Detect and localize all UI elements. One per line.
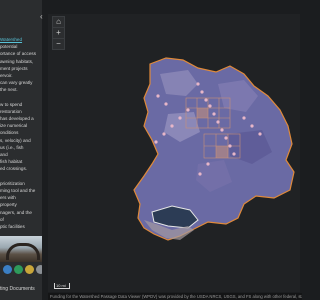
panel-text-line: of xyxy=(0,216,4,222)
chevron-left-icon[interactable]: ‹ xyxy=(40,12,47,21)
panel-text-line: potential xyxy=(0,44,18,50)
watershed-map[interactable] xyxy=(48,14,300,292)
panel-text-line xyxy=(0,173,42,180)
zoom-in-button[interactable]: + xyxy=(53,28,64,39)
map-view[interactable] xyxy=(48,14,300,292)
panel-text-line: onditions xyxy=(0,130,19,136)
panel-text-line: ment projects xyxy=(0,65,28,71)
app-window: Watershed potential ortance of access awnin… xyxy=(0,0,302,300)
map-attribution: Funding for the Watershed Passage Data V… xyxy=(48,293,302,300)
panel-text-line xyxy=(0,94,42,101)
panel-text-line: prioritization xyxy=(0,180,25,186)
panel-text-line: ize numerical xyxy=(0,123,28,129)
panel-text-line: awning habitats, xyxy=(0,58,34,64)
panel-text-line: restoration xyxy=(0,108,22,114)
panel-description: Watershed potential ortance of access awnin… xyxy=(0,36,42,230)
priority-cell xyxy=(216,146,228,158)
panel-text-line: ers with xyxy=(0,195,16,201)
supporting-documents-link[interactable]: ting Documents xyxy=(0,286,42,292)
panel-text-line: property xyxy=(0,202,17,208)
culvert-arch-graphic xyxy=(6,243,40,260)
panel-text-line: fish habitat xyxy=(0,159,23,165)
panel-link[interactable]: Watershed xyxy=(0,36,42,43)
panel-text-line: s, velocity) and xyxy=(0,137,31,143)
agency-logo[interactable] xyxy=(14,264,23,274)
panel-text-line: can vary greatly xyxy=(0,80,33,86)
agency-logo[interactable] xyxy=(36,264,42,274)
agency-logo[interactable] xyxy=(25,264,34,274)
priority-cell xyxy=(197,108,208,118)
map-zoom-controls: ⌂ + − xyxy=(52,16,65,50)
panel-text-line: ed crossings. xyxy=(0,166,28,172)
agency-logo[interactable] xyxy=(3,264,12,274)
panel-text-line: and xyxy=(0,152,8,157)
panel-text-line: ming tool and the xyxy=(0,187,36,193)
home-icon[interactable]: ⌂ xyxy=(53,17,64,28)
panel-text-line: nagers, and the xyxy=(0,209,32,215)
scale-bar: 10 mi xyxy=(54,283,70,289)
panel-text-line: has developed a xyxy=(0,116,34,122)
panel-text-line: the next. xyxy=(0,87,18,93)
zoom-out-button[interactable]: − xyxy=(53,39,64,49)
panel-text-line: us (i.e., fish xyxy=(0,144,24,150)
panel-text-line: ptic facilities xyxy=(0,223,25,229)
panel-text-line: ervoir. xyxy=(0,72,13,78)
info-panel: Watershed potential ortance of access awnin… xyxy=(0,0,42,300)
panel-text-line: w to spend xyxy=(0,101,23,107)
culvert-photo xyxy=(0,236,42,262)
panel-text-line: ortance of access xyxy=(0,51,37,57)
partner-logos xyxy=(0,262,42,276)
